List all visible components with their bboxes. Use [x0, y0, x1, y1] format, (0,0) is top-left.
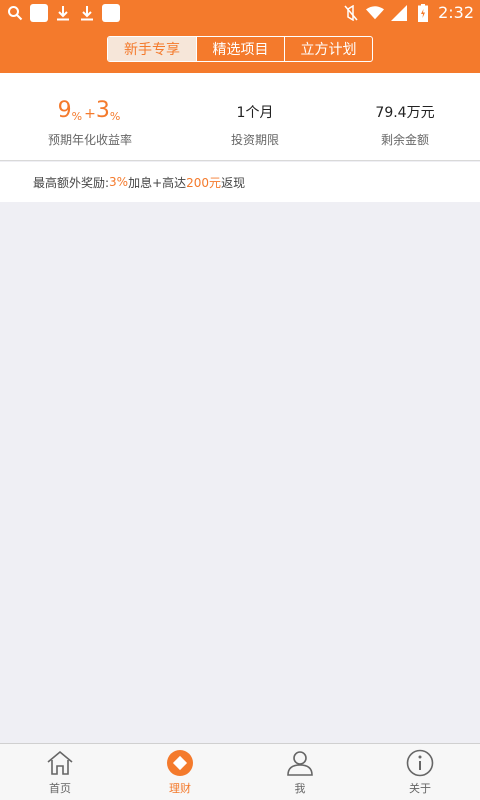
- mute-icon: [342, 4, 360, 22]
- period-value-wrap: 1个月: [175, 90, 335, 122]
- wifi-icon: [366, 4, 385, 22]
- nav-home-label: 首页: [49, 782, 71, 795]
- nav-finance[interactable]: 理财: [120, 744, 240, 800]
- nav-me-label: 我: [294, 782, 306, 795]
- segmented-tabs: 新手专享 精选项目 立方计划: [107, 36, 373, 62]
- app-icon: [102, 3, 120, 22]
- period-label: 投资期限: [230, 133, 279, 147]
- rate-extra-unit: %: [109, 110, 121, 123]
- app-icon: [30, 3, 48, 22]
- nav-finance-label: 理财: [169, 782, 191, 795]
- bottom-nav: 首页 理财 我 关于: [0, 743, 480, 800]
- tab-lifang-plan[interactable]: 立方计划: [284, 37, 372, 61]
- top-bar: 新手专享 精选项目 立方计划: [0, 25, 480, 73]
- bonus-rate: 3%: [109, 175, 129, 189]
- remaining-value-wrap: 79.4万元: [325, 90, 480, 122]
- period-value: 1个月: [236, 105, 274, 121]
- rate-column: 9 % + 3 % 预期年化收益率: [10, 73, 170, 161]
- download-icon: [78, 4, 96, 22]
- bonus-prefix: 最高额外奖励:: [33, 175, 110, 190]
- info-icon: [405, 748, 435, 778]
- nav-home[interactable]: 首页: [0, 744, 120, 800]
- battery-icon: [414, 3, 432, 22]
- product-summary[interactable]: 9 % + 3 % 预期年化收益率 1个月 投资期限 79.4万元 剩余金额: [0, 73, 480, 161]
- bonus-amount: 200元: [186, 175, 222, 190]
- bonus-info: 最高额外奖励: 3% 加息+高达 200元 返现: [0, 162, 480, 202]
- rate-base: 9: [57, 98, 72, 123]
- status-time: 2:32: [438, 3, 474, 22]
- remaining-value: 79.4万元: [375, 105, 435, 121]
- rate-extra: 3: [95, 98, 110, 123]
- status-bar-right: 2:32: [342, 3, 474, 22]
- rate-label: 预期年化收益率: [47, 133, 132, 147]
- nav-about-label: 关于: [409, 782, 431, 795]
- home-icon: [45, 748, 75, 778]
- bonus-suffix: 返现: [221, 175, 246, 190]
- tab-newcomer[interactable]: 新手专享: [108, 37, 196, 61]
- period-column: 1个月 投资期限: [175, 73, 335, 161]
- nav-about[interactable]: 关于: [360, 744, 480, 800]
- rate-value: 9 % + 3 %: [10, 90, 170, 123]
- search-icon: [6, 4, 24, 22]
- signal-icon: [390, 4, 408, 22]
- status-bar: 2:32: [0, 0, 480, 25]
- bonus-middle: 加息+高达: [128, 175, 187, 190]
- nav-me[interactable]: 我: [240, 744, 360, 800]
- rate-plus: +: [84, 106, 96, 122]
- rate-base-unit: %: [71, 110, 83, 123]
- download-icon: [54, 4, 72, 22]
- finance-icon: [165, 748, 195, 778]
- remaining-label: 剩余金额: [380, 133, 429, 147]
- remaining-column: 79.4万元 剩余金额: [325, 73, 480, 161]
- user-icon: [285, 748, 315, 778]
- status-bar-left: [6, 3, 120, 22]
- tab-featured[interactable]: 精选项目: [196, 37, 284, 61]
